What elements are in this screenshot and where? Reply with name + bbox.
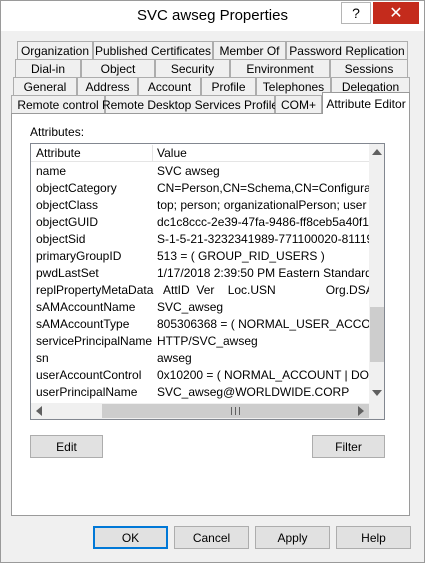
attribute-name: primaryGroupID	[36, 249, 122, 263]
attribute-value: top; person; organizationalPerson; user	[157, 198, 367, 212]
tab-sessions[interactable]: Sessions	[330, 59, 408, 78]
attributes-list[interactable]: Attribute Value name SVC awseg objectCate…	[30, 143, 385, 420]
tab-attribute-editor[interactable]: Attribute Editor	[322, 92, 410, 114]
list-header: Attribute Value	[31, 144, 369, 162]
attribute-name: sAMAccountName	[36, 300, 136, 314]
attribute-value: dc1c8ccc-2e39-47fa-9486-ff8ceb5a40f1	[157, 215, 369, 229]
scroll-up-icon[interactable]	[372, 149, 382, 155]
horizontal-scroll-thumb[interactable]	[102, 404, 369, 418]
attribute-name: objectGUID	[36, 215, 99, 229]
tab-environment[interactable]: Environment	[230, 59, 330, 78]
title-bar[interactable]: SVC awseg Properties ? ✕	[1, 1, 424, 31]
attribute-value: CN=Person,CN=Schema,CN=Configuration,D	[157, 181, 369, 195]
tab-published-certificates[interactable]: Published Certificates	[93, 41, 213, 60]
apply-button[interactable]: Apply	[255, 526, 330, 549]
attribute-value: S-1-5-21-3232341989-771100020-81119327	[157, 232, 369, 246]
attribute-name: objectCategory	[36, 181, 117, 195]
edit-button[interactable]: Edit	[30, 435, 103, 458]
tab-com-plus[interactable]: COM+	[275, 95, 322, 114]
column-header-attribute[interactable]: Attribute	[36, 146, 81, 160]
attribute-value: HTTP/SVC_awseg	[157, 334, 258, 348]
vertical-scroll-thumb[interactable]	[370, 307, 384, 362]
cancel-button[interactable]: Cancel	[174, 526, 249, 549]
list-row[interactable]: pwdLastSet 1/17/2018 2:39:50 PM Eastern S…	[31, 264, 369, 281]
tab-organization[interactable]: Organization	[17, 41, 93, 60]
attribute-value: 1/17/2018 2:39:50 PM Eastern Standard Ti…	[157, 266, 369, 280]
list-row[interactable]: userAccountControl 0x10200 = ( NORMAL_ACC…	[31, 366, 369, 383]
tab-security[interactable]: Security	[155, 59, 230, 78]
tab-address[interactable]: Address	[77, 77, 138, 96]
list-row[interactable]: userPrincipalName SVC_awseg@WORLDWIDE.COR…	[31, 383, 369, 400]
list-row[interactable]: sAMAccountType 805306368 = ( NORMAL_USER_…	[31, 315, 369, 332]
attribute-name: sAMAccountType	[36, 317, 130, 331]
attribute-value: 805306368 = ( NORMAL_USER_ACCOUNT	[157, 317, 369, 331]
help-title-button[interactable]: ?	[341, 2, 371, 24]
horizontal-scrollbar[interactable]	[31, 403, 369, 419]
list-row[interactable]: sAMAccountName SVC_awseg	[31, 298, 369, 315]
attribute-name: servicePrincipalName	[36, 334, 153, 348]
tab-member-of[interactable]: Member Of	[213, 41, 286, 60]
attribute-name: objectSid	[36, 232, 86, 246]
attribute-value: AttID Ver Loc.USN Org.DSA	[157, 283, 369, 297]
attribute-name: replPropertyMetaData	[36, 283, 154, 297]
attribute-value: 0x10200 = ( NORMAL_ACCOUNT | DONT_E	[157, 368, 369, 382]
attributes-label: Attributes:	[30, 125, 85, 139]
list-row[interactable]: name SVC awseg	[31, 162, 369, 179]
attribute-value: awseg	[157, 351, 192, 365]
list-row[interactable]: objectCategory CN=Person,CN=Schema,CN=Con…	[31, 179, 369, 196]
attribute-name: pwdLastSet	[36, 266, 99, 280]
attribute-name: userPrincipalName	[36, 385, 138, 399]
tab-profile[interactable]: Profile	[201, 77, 256, 96]
column-divider[interactable]	[152, 145, 153, 161]
tab-account[interactable]: Account	[138, 77, 201, 96]
scroll-left-icon[interactable]	[36, 406, 42, 416]
close-button[interactable]: ✕	[373, 2, 419, 24]
help-button[interactable]: Help	[336, 526, 411, 549]
tab-dial-in[interactable]: Dial-in	[15, 59, 81, 78]
list-row[interactable]: objectGUID dc1c8ccc-2e39-47fa-9486-ff8ceb…	[31, 213, 369, 230]
scroll-down-icon[interactable]	[372, 390, 382, 396]
attribute-value: SVC awseg	[157, 164, 220, 178]
tab-object[interactable]: Object	[81, 59, 155, 78]
attribute-name: objectClass	[36, 198, 99, 212]
attribute-name: sn	[36, 351, 49, 365]
list-row[interactable]: primaryGroupID 513 = ( GROUP_RID_USERS )	[31, 247, 369, 264]
list-rows: name SVC awseg objectCategory CN=Person,CN…	[31, 162, 369, 402]
vertical-scrollbar[interactable]	[369, 144, 384, 403]
grip-icon	[231, 407, 240, 415]
list-row[interactable]: objectSid S-1-5-21-3232341989-771100020-8…	[31, 230, 369, 247]
ok-button[interactable]: OK	[93, 526, 168, 549]
scroll-right-icon[interactable]	[358, 406, 364, 416]
column-header-value[interactable]: Value	[157, 146, 187, 160]
tab-remote-control[interactable]: Remote control	[11, 95, 105, 114]
list-row[interactable]: objectClass top; person; organizationalPe…	[31, 196, 369, 213]
tab-telephones[interactable]: Telephones	[256, 77, 331, 96]
attribute-value: SVC_awseg@WORLDWIDE.CORP	[157, 385, 350, 399]
attribute-value: 513 = ( GROUP_RID_USERS )	[157, 249, 325, 263]
list-row[interactable]: sn awseg	[31, 349, 369, 366]
attribute-name: name	[36, 164, 67, 178]
list-row[interactable]: servicePrincipalName HTTP/SVC_awseg	[31, 332, 369, 349]
scrollbar-corner	[369, 403, 384, 419]
attribute-name: userAccountControl	[36, 368, 142, 382]
filter-button[interactable]: Filter	[312, 435, 385, 458]
attribute-value: SVC_awseg	[157, 300, 224, 314]
tab-password-replication[interactable]: Password Replication	[286, 41, 408, 60]
tab-general[interactable]: General	[13, 77, 77, 96]
tab-remote-desktop-services-profile[interactable]: Remote Desktop Services Profile	[102, 95, 278, 114]
list-row[interactable]: replPropertyMetaData AttID Ver Loc.USN O…	[31, 281, 369, 298]
